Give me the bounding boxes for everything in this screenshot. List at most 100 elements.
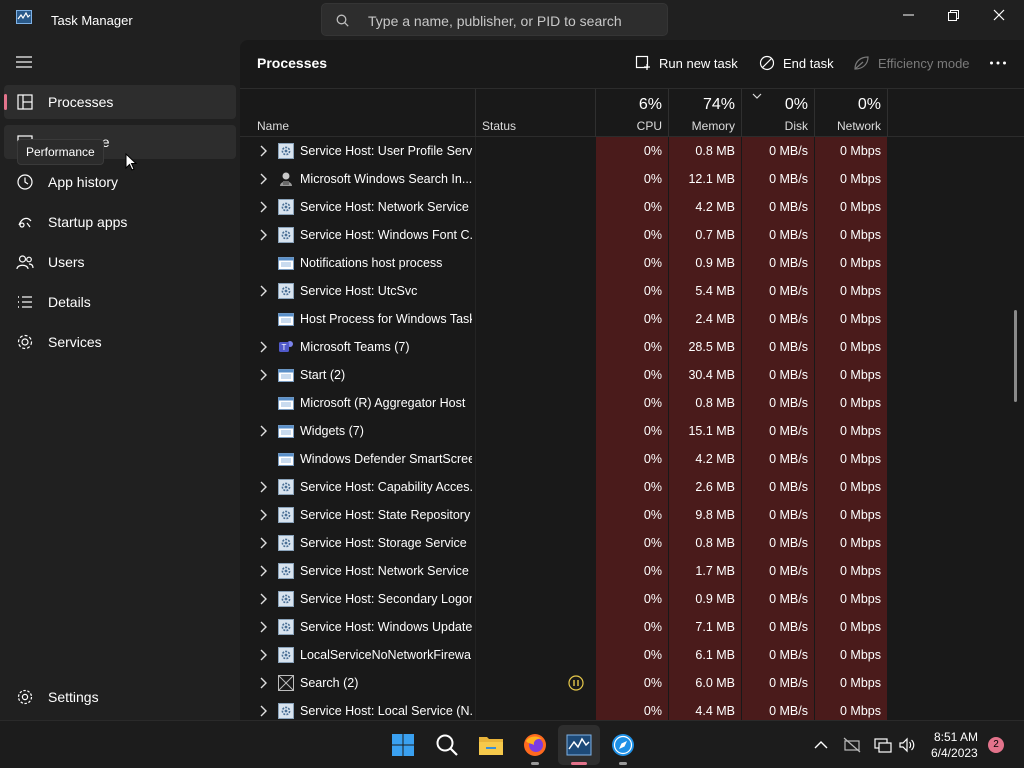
expand-chevron-icon[interactable]	[259, 173, 267, 185]
table-row[interactable]: Service Host: Local Service (N... 0% 4.4 M…	[240, 697, 1024, 720]
expand-chevron-icon[interactable]	[259, 369, 267, 381]
browser-app-icon[interactable]	[609, 731, 637, 759]
column-header-cpu[interactable]: 6% CPU	[596, 89, 668, 137]
cpu-total-percent: 6%	[638, 96, 662, 113]
task-manager-app-icon	[16, 10, 32, 24]
task-manager-taskbar-icon[interactable]	[565, 731, 593, 759]
notification-badge[interactable]: 2	[988, 737, 1004, 753]
svg-text:T: T	[282, 343, 287, 352]
expand-chevron-icon[interactable]	[259, 537, 267, 549]
close-button[interactable]	[976, 0, 1022, 30]
windows-start-icon[interactable]	[389, 731, 417, 759]
search-app-process-icon	[278, 675, 294, 691]
table-row[interactable]: Service Host: Network Service 0% 4.2 MB 0 M…	[240, 193, 1024, 221]
table-row[interactable]: Microsoft Windows Search In... 0% 12.1 MB 0…	[240, 165, 1024, 193]
cpu-value: 0%	[643, 144, 662, 158]
table-row[interactable]: Start (2) 0% 30.4 MB 0 MB/s 0 Mbps	[240, 361, 1024, 389]
efficiency-mode-button[interactable]: Efficiency mode	[853, 51, 970, 75]
expand-chevron-icon[interactable]	[259, 481, 267, 493]
expand-chevron-icon[interactable]	[259, 341, 267, 353]
sidebar-item-users[interactable]: Users	[4, 245, 236, 279]
column-header-disk[interactable]: 0% Disk	[742, 89, 814, 137]
expand-chevron-icon[interactable]	[259, 593, 267, 605]
sidebar-item-services[interactable]: Services	[4, 325, 236, 359]
network-value: 0 Mbps	[840, 536, 881, 550]
selected-indicator	[4, 94, 7, 110]
clock-time[interactable]: 8:51 AM	[934, 730, 978, 744]
sidebar-item-settings[interactable]: Settings	[4, 680, 236, 714]
network-value: 0 Mbps	[840, 228, 881, 242]
minimize-button[interactable]	[885, 0, 931, 30]
column-separator[interactable]	[887, 89, 888, 137]
expand-chevron-icon[interactable]	[259, 621, 267, 633]
file-explorer-icon[interactable]	[477, 731, 505, 759]
expand-chevron-icon[interactable]	[259, 425, 267, 437]
column-header-name[interactable]: Name	[240, 89, 475, 137]
process-name: Service Host: Network Service	[300, 200, 469, 214]
services-icon	[17, 334, 33, 350]
expand-chevron-icon[interactable]	[259, 509, 267, 521]
sidebar-item-startup-apps[interactable]: Startup apps	[4, 205, 236, 239]
column-header-memory[interactable]: 74% Memory	[669, 89, 762, 137]
clock-date[interactable]: 6/4/2023	[931, 746, 978, 760]
table-row[interactable]: LocalServiceNoNetworkFirewa... 0% 6.1 MB 0 …	[240, 641, 1024, 669]
table-row[interactable]: Service Host: Capability Acces... 0% 2.6 M…	[240, 473, 1024, 501]
restore-icon	[947, 9, 959, 21]
column-header-network[interactable]: 0% Network	[815, 89, 887, 137]
table-row[interactable]: Host Process for Windows Tasks 0% 2.4 MB 0 …	[240, 305, 1024, 333]
expand-chevron-icon[interactable]	[259, 565, 267, 577]
sidebar-item-app-history[interactable]: App history	[4, 165, 236, 199]
show-hidden-icons-chevron-icon[interactable]	[812, 737, 830, 753]
network-icon[interactable]	[874, 737, 892, 753]
table-row[interactable]: Service Host: State Repository ... 0% 9.8 …	[240, 501, 1024, 529]
expand-chevron-icon[interactable]	[259, 201, 267, 213]
details-icon	[18, 296, 32, 308]
process-name: Notifications host process	[300, 256, 443, 270]
table-row[interactable]: Search (2) 0% 6.0 MB 0 MB/s 0 Mbps	[240, 669, 1024, 697]
end-task-button[interactable]: End task	[759, 51, 834, 75]
table-row[interactable]: Service Host: Storage Service 0% 0.8 MB 0 M…	[240, 529, 1024, 557]
table-row[interactable]: Service Host: Windows Font C... 0% 0.7 MB 0…	[240, 221, 1024, 249]
minimize-icon	[902, 14, 914, 16]
sidebar-item-processes[interactable]: Processes	[4, 85, 236, 119]
cpu-value: 0%	[643, 508, 662, 522]
column-header-status[interactable]: Status	[476, 89, 595, 137]
window-process-icon	[278, 367, 294, 383]
volume-icon[interactable]	[898, 737, 916, 753]
disk-value: 0 MB/s	[769, 396, 808, 410]
more-options-icon[interactable]	[989, 54, 1007, 72]
cpu-value: 0%	[643, 396, 662, 410]
search-input[interactable]: Type a name, publisher, or PID to search	[321, 3, 668, 36]
table-row[interactable]: Service Host: User Profile Servi... 0% 0.8…	[240, 137, 1024, 165]
table-row[interactable]: Service Host: Network Service 0% 1.7 MB 0 M…	[240, 557, 1024, 585]
expand-chevron-icon[interactable]	[259, 677, 267, 689]
run-new-task-button[interactable]: Run new task	[635, 51, 738, 75]
cpu-value: 0%	[643, 340, 662, 354]
table-row[interactable]: Windows Defender SmartScreen 0% 4.2 MB 0 MB…	[240, 445, 1024, 473]
process-name: Service Host: Storage Service	[300, 536, 467, 550]
expand-chevron-icon[interactable]	[259, 649, 267, 661]
table-row[interactable]: Widgets (7) 0% 15.1 MB 0 MB/s 0 Mbps	[240, 417, 1024, 445]
expand-chevron-icon[interactable]	[259, 285, 267, 297]
sidebar-item-label: Processes	[48, 94, 114, 110]
table-row[interactable]: Notifications host process 0% 0.9 MB 0 MB/s…	[240, 249, 1024, 277]
expand-chevron-icon[interactable]	[259, 705, 267, 717]
table-row[interactable]: Microsoft (R) Aggregator Host 0% 0.8 MB 0 M…	[240, 389, 1024, 417]
process-name: Service Host: State Repository ...	[300, 508, 472, 522]
sidebar-item-details[interactable]: Details	[4, 285, 236, 319]
gear-process-icon	[278, 535, 294, 551]
firefox-icon[interactable]	[521, 731, 549, 759]
vertical-scrollbar[interactable]	[1014, 310, 1017, 402]
table-row[interactable]: Service Host: Windows Update 0% 7.1 MB 0 MB…	[240, 613, 1024, 641]
expand-chevron-icon[interactable]	[259, 229, 267, 241]
process-name: Service Host: Windows Update	[300, 620, 472, 634]
disk-total-percent: 0%	[784, 96, 808, 113]
table-row[interactable]: T Microsoft Teams (7) 0% 28.5 MB 0 MB/s 0 Mbp…	[240, 333, 1024, 361]
expand-chevron-icon[interactable]	[259, 145, 267, 157]
hamburger-menu-icon[interactable]	[16, 56, 32, 68]
restore-button[interactable]	[930, 0, 976, 30]
network-disconnected-icon[interactable]	[843, 737, 861, 753]
table-row[interactable]: Service Host: UtcSvc 0% 5.4 MB 0 MB/s 0 Mbps	[240, 277, 1024, 305]
table-row[interactable]: Service Host: Secondary Logon 0% 0.9 MB 0 M…	[240, 585, 1024, 613]
taskbar-search-icon[interactable]	[433, 731, 461, 759]
